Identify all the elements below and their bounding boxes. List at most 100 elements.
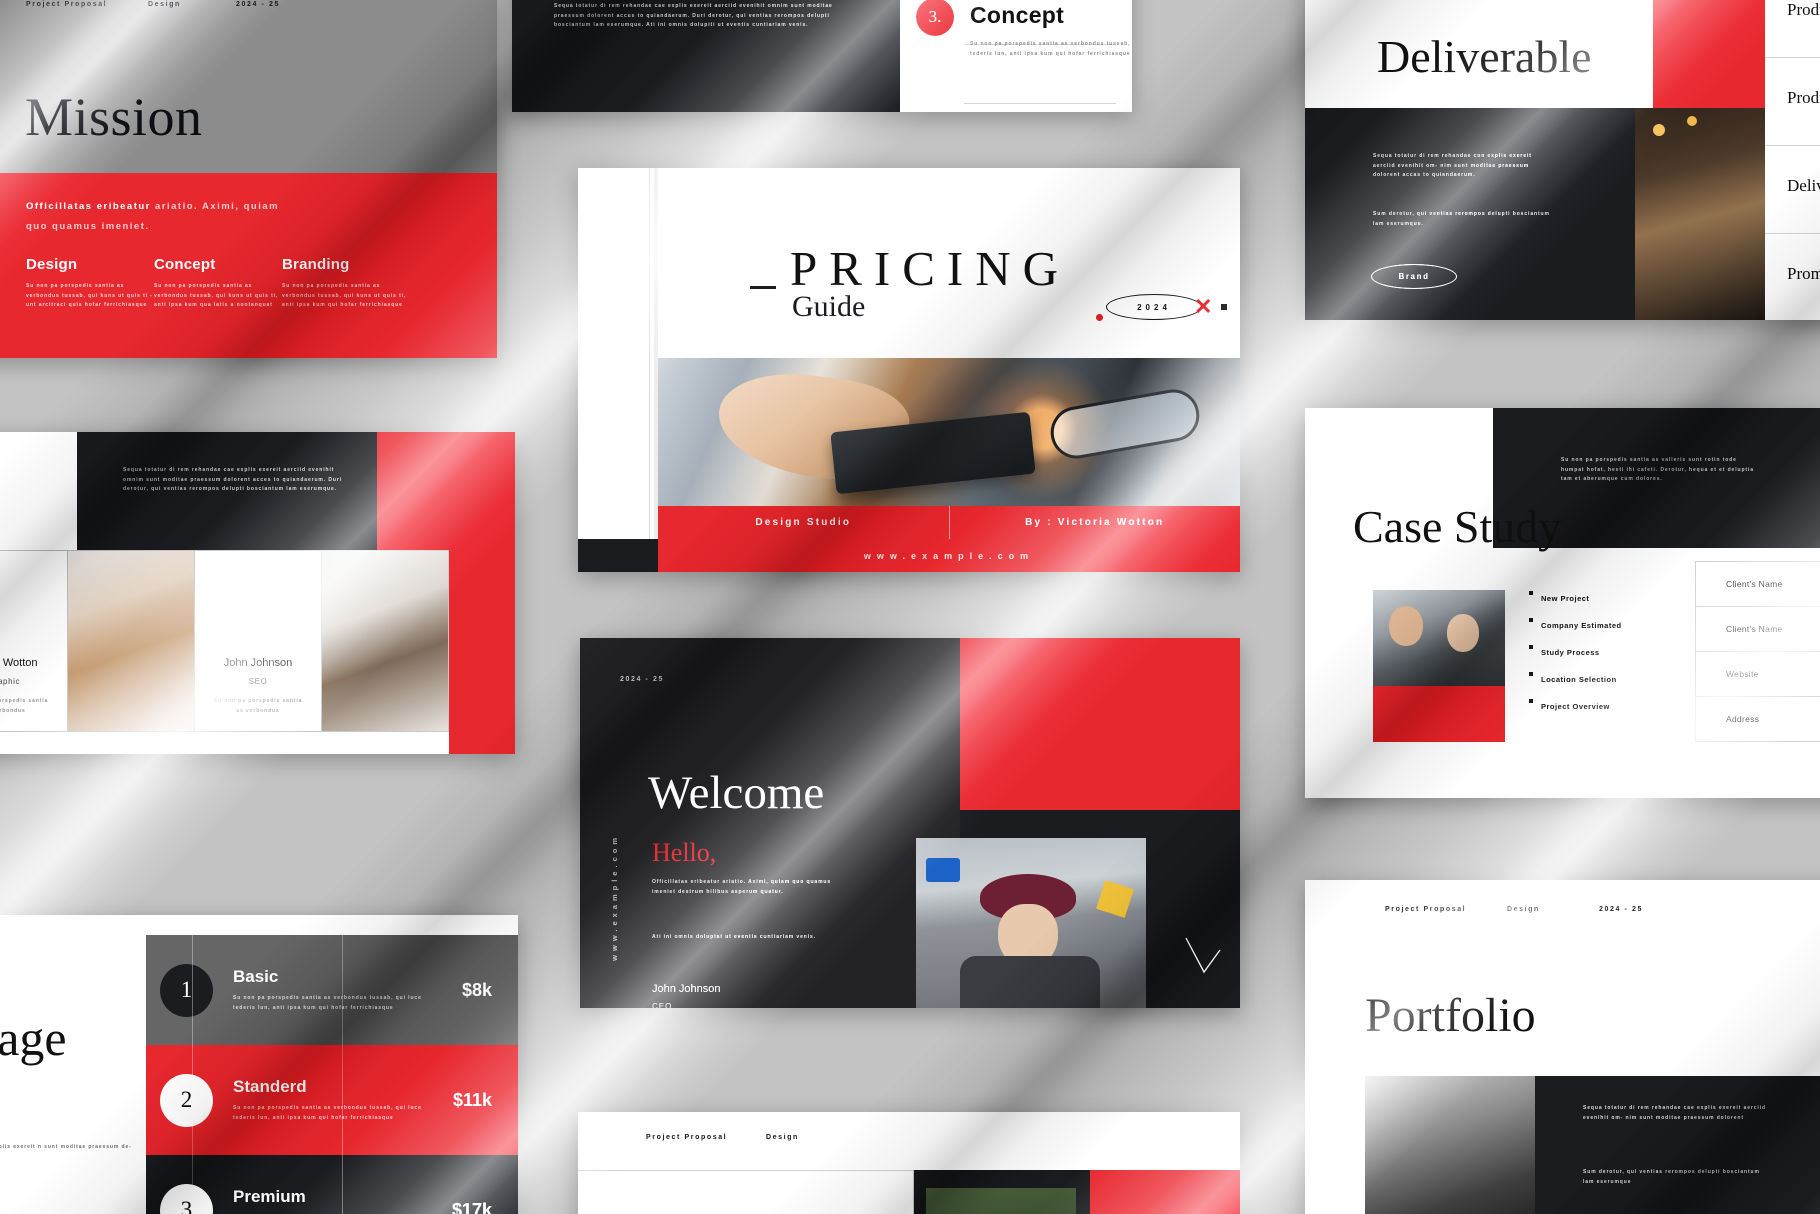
deliverable-row[interactable]: Promo: [1765, 234, 1820, 320]
slide-proposal[interactable]: Project Proposal Design: [578, 1112, 1240, 1214]
slide-team[interactable]: Sequa totatur di rem rehandae cae explis…: [0, 432, 515, 754]
team-member-cell[interactable]: 2.: [68, 550, 195, 732]
package-tier-price: $11k: [452, 1089, 492, 1110]
casestudy-table-row[interactable]: Address: [1695, 696, 1820, 742]
casestudy-photo-face: [1389, 606, 1423, 646]
package-tier-row[interactable]: 2 Standerd Su non pa porspedis santia as…: [146, 1045, 518, 1155]
pricing-footer-studio: Design Studio: [658, 506, 950, 539]
mission-col-body: Su non pa porspedis santia as verbondus …: [154, 283, 279, 308]
pricing-title: PRICING: [790, 241, 1071, 296]
portfolio-paragraph-2: Sum derotur, qui ventias rerompos delupt…: [1583, 1169, 1760, 1185]
welcome-red-block: [960, 638, 1240, 810]
package-tier-row[interactable]: 3 Premium Su non pa porspedis santia as …: [146, 1155, 518, 1214]
mission-header-right: 2024 - 25: [236, 1, 280, 8]
concept-dark-panel: Sequa totatur di rem rehandae cae explis…: [512, 0, 900, 112]
pricing-title-area: PRICING Guide 2024 ✕: [658, 168, 1240, 358]
pricing-url-bar: www.example.com: [658, 539, 1240, 572]
pricing-url: www.example.com: [863, 550, 1035, 561]
casestudy-table-label: Client's Name: [1726, 624, 1783, 634]
team-member-cell[interactable]: 3.: [322, 550, 449, 732]
casestudy-photo-face: [1447, 614, 1479, 652]
team-member-name: Henry Wotton: [0, 657, 38, 669]
mission-header: Project Proposal Design 2024 - 25: [26, 1, 477, 8]
casestudy-bullet-label: New Project: [1541, 594, 1590, 603]
team-grid: Henry Wotton Graphic Su non pa porspedis…: [0, 550, 449, 732]
portfolio-paragraph-1: Sequa totatur di rem rehandae cae explis…: [1583, 1105, 1766, 1121]
deliverable-title: Deliverable: [1377, 31, 1592, 82]
welcome-vertical-url: www.example.com: [610, 834, 619, 961]
proposal-header-left: Project Proposal: [646, 1134, 728, 1141]
slide-pricing-cover[interactable]: PRICING Guide 2024 ✕ Design Studio By : …: [578, 168, 1240, 572]
slide-deliverable[interactable]: Deliverable Sequa totatur di rem rehanda…: [1305, 0, 1820, 320]
welcome-title: Welcome: [648, 767, 825, 819]
casestudy-bullet: Company Estimated: [1529, 615, 1669, 633]
team-member-role: SEO: [248, 677, 268, 686]
package-blurb: rehandae san explis exereit n sunt modit…: [0, 1144, 132, 1150]
casestudy-bullet-label: Study Process: [1541, 648, 1600, 657]
package-tier-number: 1: [160, 963, 213, 1017]
mockup-stage: Project Proposal Design 2024 - 25 Missio…: [0, 0, 1820, 1214]
casestudy-red-block: [1373, 686, 1505, 742]
package-tier-number: 3: [160, 1183, 213, 1214]
casestudy-table-label: Address: [1726, 714, 1760, 724]
portfolio-dark-panel: Sequa totatur di rem rehandae cae explis…: [1535, 1076, 1820, 1214]
casestudy-photo: [1373, 590, 1505, 686]
slide-welcome[interactable]: 2024 - 25 www.example.com Welcome Hello,…: [580, 638, 1240, 1008]
deliverable-row-label: Product: [1787, 0, 1820, 19]
deliverable-row[interactable]: Produ: [1765, 58, 1820, 146]
pricing-footer-author: By : Victoria Wotton: [1025, 517, 1165, 528]
welcome-photo: [916, 838, 1146, 1008]
team-intro: Sequa totatur di rem rehandae cae explis…: [123, 467, 342, 492]
proposal-cell-right: [1090, 1170, 1240, 1214]
casestudy-table-row[interactable]: Client's Name: [1695, 606, 1820, 652]
package-tier-row[interactable]: 1 Basic Su non pa porspedis santia as ve…: [146, 935, 518, 1045]
deliverable-row[interactable]: Delive: [1765, 146, 1820, 234]
deliverable-row-label: Delive: [1787, 176, 1820, 195]
package-tier-price: $17k: [451, 1199, 492, 1214]
package-rows: 1 Basic Su non pa porspedis santia as ve…: [146, 935, 518, 1214]
pricing-hero-glasses: [1046, 385, 1204, 463]
deliverable-row[interactable]: Product: [1765, 0, 1820, 58]
deliverable-brand-button[interactable]: Brand: [1371, 264, 1457, 289]
mission-lead-strong: Officillatas eribeatur: [26, 201, 151, 212]
package-tier-number: 2: [160, 1073, 213, 1127]
welcome-date: 2024 - 25: [620, 676, 664, 683]
deliverable-red-block: [1653, 0, 1765, 108]
mission-columns: Design Su non pa porspedis santia as ver…: [26, 256, 473, 311]
deliverable-row-label: Promo: [1787, 264, 1820, 283]
team-member-name: John Johnson: [223, 657, 293, 669]
casestudy-table-row[interactable]: Website: [1695, 651, 1820, 697]
mission-col-body: Su non pa porspedis santia as verbondus …: [26, 283, 153, 308]
slide-portfolio[interactable]: Project Proposal Design 2024 - 25 Portfo…: [1305, 880, 1820, 1214]
team-member-cell[interactable]: Henry Wotton Graphic Su non pa porspedis…: [0, 550, 68, 732]
slide-mission[interactable]: Project Proposal Design 2024 - 25 Missio…: [0, 0, 497, 358]
casestudy-bullet: Study Process: [1529, 642, 1669, 660]
casestudy-bullet: New Project: [1529, 588, 1669, 606]
team-member-cell[interactable]: John Johnson SEO Su non pa porspedis san…: [195, 550, 322, 732]
casestudy-table-row[interactable]: Client's Name: [1695, 561, 1820, 607]
bulb-icon: [1687, 116, 1697, 126]
portfolio-header-left: Project Proposal: [1385, 906, 1467, 913]
welcome-paragraph-2: Ati ini omnis doluptat ut eventis cuntia…: [652, 934, 816, 940]
mission-header-left: Project Proposal: [26, 1, 108, 8]
proposal-header: Project Proposal Design: [646, 1134, 1220, 1141]
package-tier-body: Su non pa porspedis santia as verbondus …: [233, 1105, 422, 1121]
slide-concept[interactable]: Sequa totatur di rem rehandae cae explis…: [512, 0, 1132, 112]
welcome-photo-sign-icon: [1096, 880, 1134, 918]
deliverable-paragraph-2: Sum derotur, qui ventias rerompos delupt…: [1373, 211, 1550, 227]
welcome-dark-panel: [580, 638, 960, 1008]
mission-col-heading: Concept: [154, 256, 216, 273]
casestudy-table: Client's Name Client's Name Website Addr…: [1695, 561, 1820, 742]
proposal-header-right: Design: [766, 1134, 799, 1141]
team-member-blurb: Su non pa porspedis santia as verbondus: [213, 698, 303, 714]
pricing-x-icon: ✕: [1194, 294, 1213, 319]
slide-package[interactable]: Package rehandae san explis exereit n su…: [0, 915, 518, 1214]
check-mark-icon: [1185, 937, 1221, 974]
slide-case-study[interactable]: Su non pa porspedis santia as valleris s…: [1305, 408, 1820, 798]
welcome-paragraph-1: Officillatas eribeatur ariatio. Aximi, q…: [652, 879, 832, 895]
mission-column: Concept Su non pa porspedis santia as ve…: [154, 256, 282, 311]
casestudy-bullet-label: Location Selection: [1541, 675, 1617, 684]
package-tier-info: Basic Su non pa porspedis santia as verb…: [233, 967, 462, 1013]
concept-divider: [964, 103, 1116, 104]
concept-intro: Sequa totatur di rem rehandae cae explis…: [554, 3, 833, 28]
